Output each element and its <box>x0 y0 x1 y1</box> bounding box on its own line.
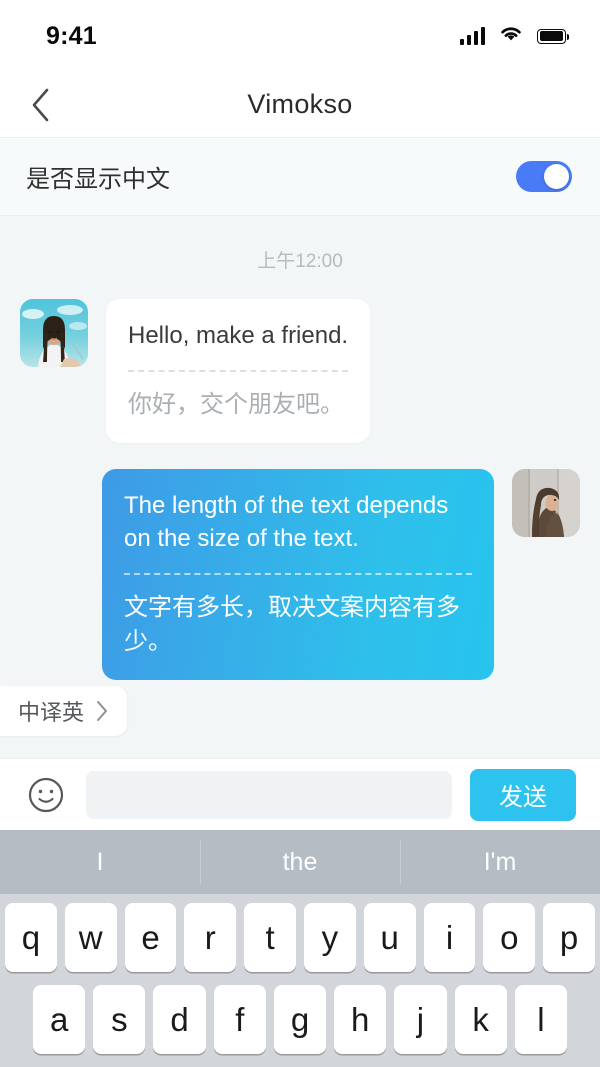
key-r[interactable]: r <box>184 903 237 972</box>
smiley-face-icon <box>28 777 64 812</box>
translate-direction-chip[interactable]: 中译英 <box>0 686 128 736</box>
virtual-keyboard: I the I'm q w e r t y u i o p a s d f g … <box>0 830 600 1067</box>
status-time: 9:41 <box>46 21 97 50</box>
key-a[interactable]: a <box>33 985 86 1054</box>
suggestion-item[interactable]: I <box>0 830 200 894</box>
message-text-en: The length of the text depends on the si… <box>124 492 449 553</box>
key-g[interactable]: g <box>273 985 327 1054</box>
key-q[interactable]: q <box>5 903 57 972</box>
key-h[interactable]: h <box>334 985 387 1054</box>
message-text-en: Hello, make a friend. <box>128 322 349 349</box>
message-divider <box>124 573 472 576</box>
key-t[interactable]: t <box>244 903 296 972</box>
message-input-bar: 发送 <box>0 758 600 830</box>
message-text-zh: 文字有多长，取决文案内容有多少。 <box>124 594 460 655</box>
key-j[interactable]: j <box>394 985 447 1054</box>
key-i[interactable]: i <box>423 903 476 972</box>
key-y[interactable]: y <box>304 903 356 972</box>
keyboard-row-2: a s d f g h j k l <box>5 985 595 1054</box>
phone-screen: 9:41 Vimoksо 是否显示中文 上午12:00 Hello, make … <box>0 0 600 1067</box>
message-divider <box>128 370 349 373</box>
status-bar: 9:41 <box>0 0 600 72</box>
show-chinese-label: 是否显示中文 <box>26 166 170 193</box>
key-s[interactable]: s <box>93 985 146 1054</box>
translate-chip-wrapper: 中译英 <box>0 686 128 736</box>
show-chinese-setting-row[interactable]: 是否显示中文 <box>0 138 600 216</box>
key-k[interactable]: k <box>454 985 507 1054</box>
keyboard-row-1: q w e r t y u i o p <box>5 903 595 972</box>
show-chinese-toggle[interactable] <box>516 161 572 192</box>
nav-bar: Vimoksо <box>0 72 600 138</box>
message-bubble-outgoing[interactable]: The length of the text depends on the si… <box>102 469 494 680</box>
key-p[interactable]: p <box>543 903 595 972</box>
toggle-knob <box>544 164 569 189</box>
chat-message-list[interactable]: 上午12:00 Hello, make a friend. 你好，交个朋友吧。 … <box>0 216 600 758</box>
key-d[interactable]: d <box>153 985 206 1054</box>
wifi-icon <box>498 24 524 48</box>
key-w[interactable]: w <box>64 903 117 972</box>
chevron-left-icon <box>32 88 49 121</box>
key-l[interactable]: l <box>514 985 567 1054</box>
suggestion-item[interactable]: I'm <box>400 830 600 894</box>
key-o[interactable]: o <box>483 903 536 972</box>
avatar-woman-wall-photo[interactable] <box>512 469 580 538</box>
translate-direction-label: 中译英 <box>18 700 85 725</box>
back-button[interactable] <box>0 72 80 138</box>
key-u[interactable]: u <box>363 903 416 972</box>
avatar-woman-sky-photo[interactable] <box>20 299 88 367</box>
chevron-right-icon <box>97 701 108 721</box>
message-bubble-incoming[interactable]: Hello, make a friend. 你好，交个朋友吧。 <box>106 299 371 444</box>
emoji-button[interactable] <box>24 773 68 817</box>
status-icons <box>460 24 570 48</box>
send-button[interactable]: 发送 <box>470 768 576 821</box>
message-row-outgoing: The length of the text depends on the si… <box>20 469 580 680</box>
page-title: Vimoksо <box>247 89 353 119</box>
signal-bars-icon <box>460 27 485 45</box>
key-e[interactable]: e <box>124 903 177 972</box>
chat-timestamp: 上午12:00 <box>257 251 343 272</box>
message-row-incoming: Hello, make a friend. 你好，交个朋友吧。 <box>20 299 580 444</box>
keyboard-keys: q w e r t y u i o p a s d f g h j k l <box>0 894 600 1067</box>
key-f[interactable]: f <box>213 985 266 1054</box>
battery-full-icon <box>537 28 570 44</box>
message-text-zh: 你好，交个朋友吧。 <box>128 391 344 419</box>
keyboard-suggestion-bar: I the I'm <box>0 830 600 894</box>
message-input[interactable] <box>86 770 452 819</box>
suggestion-item[interactable]: the <box>200 830 400 894</box>
